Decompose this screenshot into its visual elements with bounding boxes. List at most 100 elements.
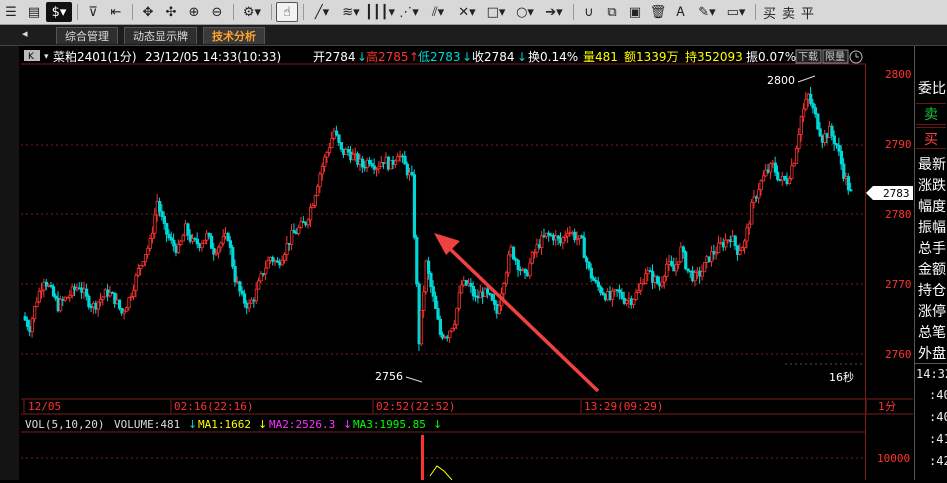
candle-body (660, 281, 664, 287)
low-marker-label: 2756 (375, 370, 403, 383)
rect-icon[interactable]: □▾ (482, 2, 510, 22)
candle-body (242, 293, 247, 304)
candle-body (141, 261, 145, 266)
delete-icon[interactable]: 🗑 (647, 2, 669, 22)
right-quote-panel: 委比 卖 买 最新 涨跌 幅度 振幅 总手 金额 持仓 涨停 总笔 外盘 14:… (914, 46, 947, 480)
flat-button[interactable]: 平 (801, 3, 814, 22)
candle-body (842, 163, 846, 179)
buy-button[interactable]: 买 (763, 3, 776, 22)
candle-body (502, 283, 506, 295)
outer-disk-label: 外盘 (918, 346, 946, 362)
filter-icon[interactable]: ⊽ (82, 2, 104, 22)
sell-button[interactable]: 卖 (782, 3, 795, 22)
tick-time: :40 (929, 410, 947, 424)
candle-body (403, 155, 407, 165)
candle-body (117, 299, 122, 309)
candle-body (599, 286, 603, 294)
candle-body (787, 177, 792, 184)
save-icon[interactable]: ▭▾ (722, 2, 750, 22)
candle-body (280, 259, 284, 266)
candle-body (620, 291, 624, 299)
candle-body (448, 330, 452, 339)
candle-body (233, 266, 237, 283)
candle-body (351, 154, 355, 161)
high-marker-label: 2800 (767, 74, 795, 87)
candle-body (200, 243, 204, 249)
lock-icon[interactable]: ▣ (624, 2, 646, 22)
candle-body (804, 98, 808, 110)
crosshair-icon[interactable]: ✣ (160, 2, 182, 22)
candle-body (625, 300, 629, 304)
candle-body (809, 93, 813, 104)
fit-icon[interactable]: ⇤ (105, 2, 127, 22)
menu-icon[interactable]: ☰ (0, 2, 22, 22)
toolbar-separator (755, 4, 756, 20)
toolbar-separator (271, 4, 272, 20)
candle-body (431, 286, 435, 297)
candle-body (30, 318, 34, 333)
candle-body (306, 219, 310, 226)
period-label[interactable]: 1分 (878, 400, 896, 413)
candle-body (238, 281, 242, 292)
candle-body (516, 260, 520, 270)
dollar-icon[interactable]: $▾ (46, 2, 72, 22)
time-label: 12/05 (28, 400, 61, 413)
candle-body (644, 273, 648, 284)
volume-ma1-line (429, 465, 453, 481)
bars-icon[interactable]: ┃┃┃▾ (365, 2, 395, 22)
candle-body (452, 324, 457, 329)
move-icon[interactable]: ✥ (137, 2, 159, 22)
candle-body (813, 107, 818, 115)
zoom-out-icon[interactable]: ⊖ (206, 2, 228, 22)
arrow-icon[interactable]: ➔▾ (540, 2, 568, 22)
tab-scroll-left-icon[interactable]: ◂ (22, 27, 28, 40)
line-icon[interactable]: ╱▾ (308, 2, 336, 22)
candle-body (493, 299, 497, 305)
pen-icon[interactable]: ✎▾ (693, 2, 721, 22)
panel-divider (915, 363, 947, 364)
candle-body (125, 307, 129, 312)
sell-label[interactable]: 卖 (924, 104, 938, 124)
fib-icon[interactable]: ≋▾ (337, 2, 365, 22)
candle-body (368, 159, 372, 164)
candle-body (797, 134, 801, 149)
buy-label[interactable]: 买 (924, 129, 938, 149)
candle-body (818, 128, 822, 137)
candle-body (837, 144, 841, 152)
arrow-annotation-head[interactable] (434, 233, 460, 255)
volume-down-icon: ↓ (188, 418, 197, 431)
volume-bar (421, 435, 424, 480)
tab-technical-analysis[interactable]: 技术分析 (203, 27, 265, 44)
text-icon[interactable]: Ꭺ (670, 2, 692, 22)
tick-time: :41 (929, 432, 947, 446)
candle-body (160, 210, 164, 217)
candle-body (485, 288, 490, 294)
tab-bar: ◂ 综合管理 动态显示牌 技术分析 (0, 25, 947, 46)
settings-icon[interactable]: ⚙▾ (238, 2, 266, 22)
copy-icon[interactable]: ⧉ (601, 2, 623, 22)
tab-comprehensive[interactable]: 综合管理 (56, 27, 118, 44)
candle-body (146, 247, 150, 255)
candle-body (811, 102, 815, 109)
tab-dynamic-board[interactable]: 动态显示牌 (124, 27, 197, 44)
candle-body (700, 271, 704, 277)
ma3-down-icon: ↓ (433, 418, 442, 431)
more-icon[interactable]: ▾ (44, 52, 49, 62)
hand-icon[interactable]: ☝ (276, 2, 298, 22)
circle-icon[interactable]: ○▾ (511, 2, 539, 22)
download-button[interactable]: 下载 (798, 51, 818, 63)
candle-body (228, 240, 233, 248)
low-down-icon: ↓ (462, 50, 472, 64)
zoom-in-icon[interactable]: ⊕ (183, 2, 205, 22)
amplitude-row-label: 振幅 (918, 220, 946, 236)
ma2-value: MA2:2526.3 (269, 418, 335, 431)
file-icon[interactable]: ▤ (23, 2, 45, 22)
fan-icon[interactable]: ⋰▾ (395, 2, 423, 22)
limit-button[interactable]: 限量 (825, 51, 845, 63)
parallel-icon[interactable]: ⫽▾ (424, 2, 452, 22)
cross-line-icon[interactable]: ✕▾ (453, 2, 481, 22)
candlestick-chart[interactable]: K ▾ 菜粕2401(1分) 23/12/05 14:33(10:33) 开27… (0, 46, 913, 481)
candle-body (23, 316, 27, 321)
magnet-icon[interactable]: ∪ (578, 2, 600, 22)
candle-body (247, 302, 251, 309)
